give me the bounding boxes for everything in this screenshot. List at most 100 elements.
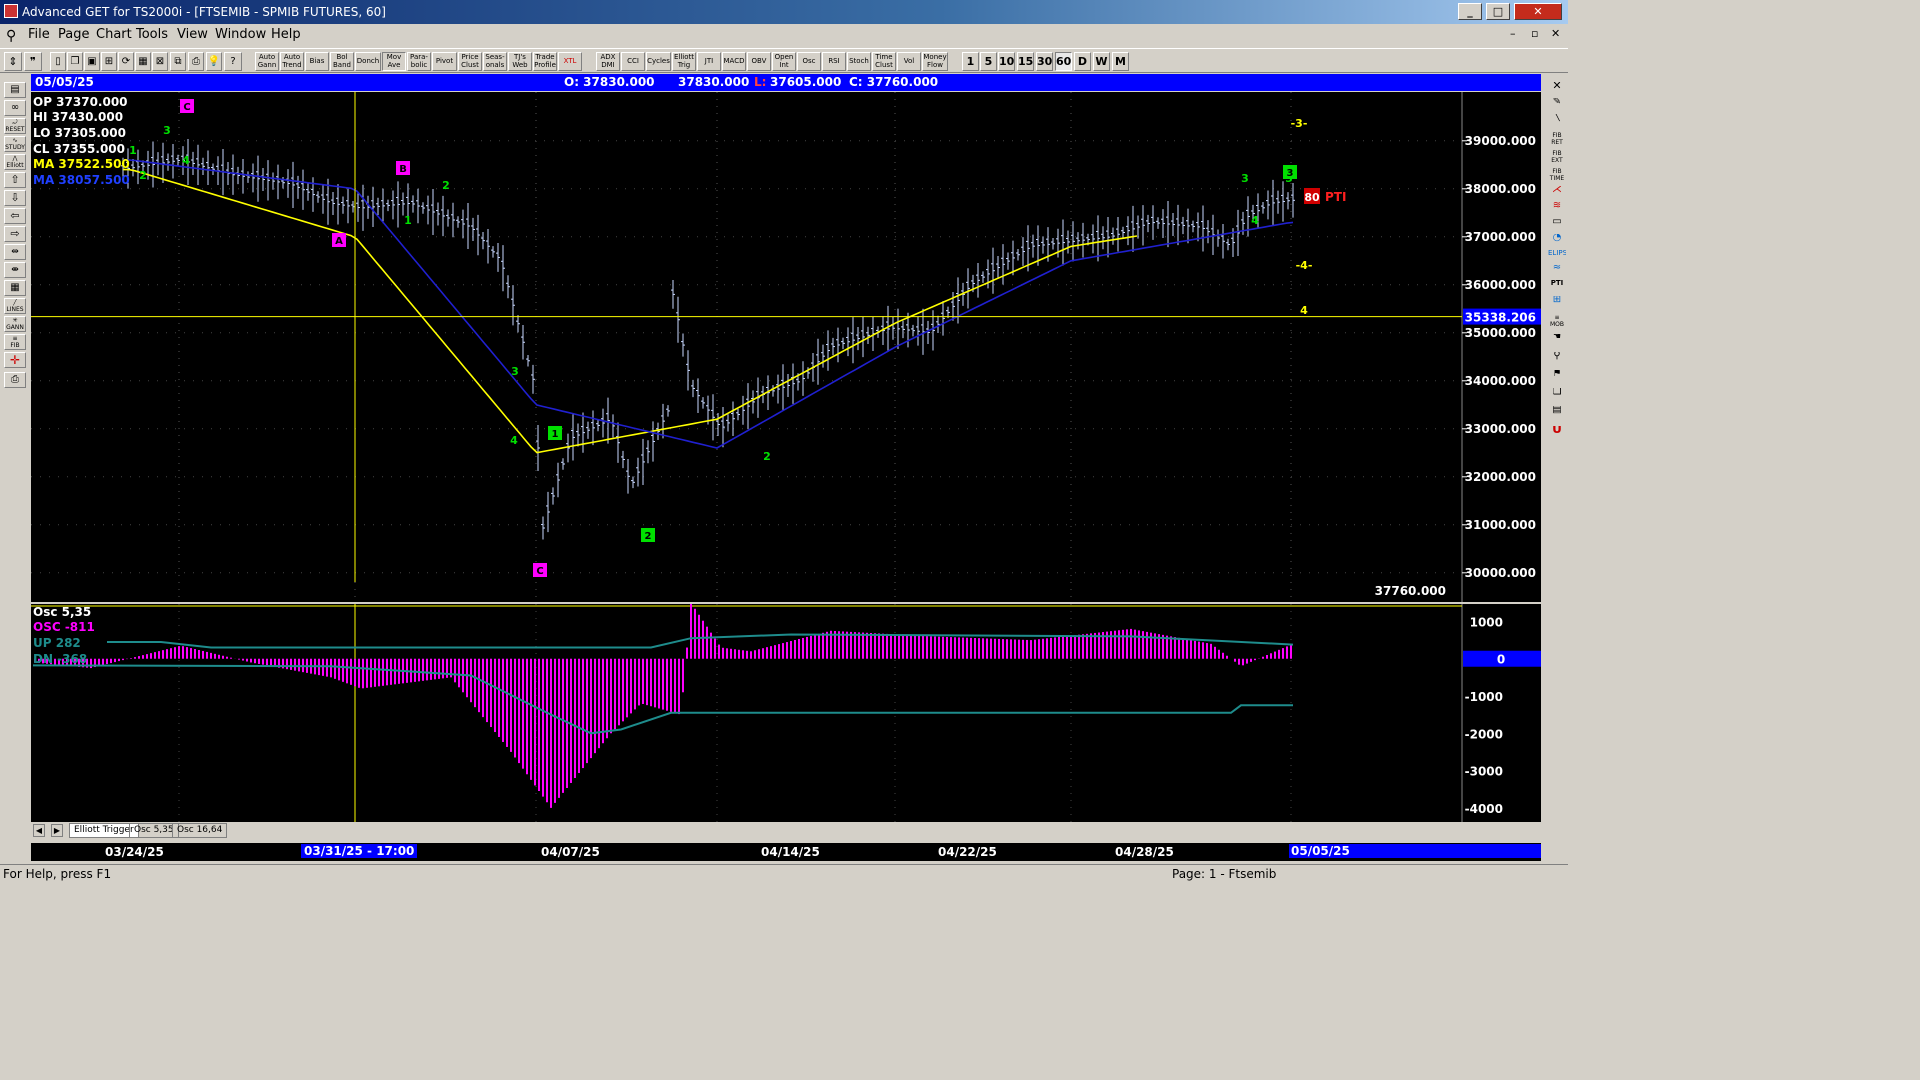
pti-icon[interactable]: PTI — [1548, 280, 1566, 295]
mdi-minimize-button[interactable]: – — [1510, 27, 1516, 40]
binoculars-icon[interactable]: ∞ — [4, 100, 26, 116]
study-pivot[interactable]: Pivot — [432, 52, 457, 71]
study-elliott-trig[interactable]: Elliott Trig — [672, 52, 696, 71]
interval-5[interactable]: 5 — [980, 52, 997, 71]
mdi-close-button[interactable]: ✕ — [1551, 27, 1560, 40]
wave-icon[interactable]: ≈ — [1548, 264, 1566, 279]
delete-icon[interactable]: ⊠ — [152, 52, 168, 71]
box-icon[interactable]: ▭ — [1548, 218, 1566, 233]
menu-window[interactable]: Window — [215, 27, 266, 42]
table-icon[interactable]: ⊞ — [1548, 296, 1566, 311]
study-cci[interactable]: CCI — [621, 52, 645, 71]
interval-10[interactable]: 10 — [998, 52, 1015, 71]
study-bol-band[interactable]: Bol Band — [330, 52, 354, 71]
study-auto-trend[interactable]: Auto Trend — [280, 52, 304, 71]
interval-d[interactable]: D — [1074, 52, 1091, 71]
study-stoch[interactable]: Stoch — [847, 52, 871, 71]
study-parabolic[interactable]: Para-bolic — [407, 52, 431, 71]
study-money-flow[interactable]: Money Flow — [922, 52, 948, 71]
crosshair-icon[interactable]: ✛ — [4, 352, 26, 368]
link-icon[interactable]: ⊞ — [101, 52, 117, 71]
print-icon[interactable]: ⎙ — [188, 52, 204, 71]
menu-page[interactable]: Page — [58, 27, 89, 42]
pin-icon[interactable]: ⇕ — [4, 52, 22, 71]
study-trade-profile[interactable]: Trade Profile — [533, 52, 557, 71]
lines-icon[interactable]: ╱ LINES — [4, 298, 26, 314]
line-tool-icon[interactable]: ╲ — [1548, 114, 1566, 129]
cascade-icon[interactable]: ⧉ — [170, 52, 186, 71]
quote-icon[interactable]: ❞ — [24, 52, 42, 71]
magic-icon[interactable]: ⚑ — [1548, 370, 1566, 385]
tab-osc-16-64[interactable]: Osc 16,64 — [172, 823, 228, 838]
menu-help[interactable]: Help — [271, 27, 301, 42]
elliott-icon[interactable]: ⋀ Elliott — [4, 154, 26, 170]
zoom-icon[interactable]: ⚲ — [1548, 352, 1566, 367]
copy-tool-icon[interactable]: ❏ — [1548, 388, 1566, 403]
menu-tools[interactable]: Tools — [136, 27, 168, 42]
study-tjs-web[interactable]: TJ's Web — [508, 52, 532, 71]
expand-icon[interactable]: ⇹ — [4, 244, 26, 260]
study-seasonals[interactable]: Seas-onals — [483, 52, 507, 71]
study-xtl[interactable]: XTL — [558, 52, 582, 71]
study-mov-ave[interactable]: Mov Ave — [382, 52, 406, 71]
study-jti[interactable]: JTI — [697, 52, 721, 71]
minimize-button[interactable]: _ — [1458, 3, 1482, 20]
compress-icon[interactable]: ⇼ — [4, 262, 26, 278]
study-osc[interactable]: Osc — [797, 52, 821, 71]
study-auto-gann[interactable]: Auto Gann — [255, 52, 279, 71]
maximize-button[interactable]: □ — [1486, 3, 1510, 20]
study-cycles[interactable]: Cycles — [646, 52, 671, 71]
print-icon[interactable]: ⎙ — [4, 372, 26, 388]
channel-icon[interactable]: ≋ — [1548, 202, 1566, 217]
price-chart[interactable]: 39000.000 38000.000 37000.000 36000.000 3500… — [31, 92, 1541, 602]
study-open-int[interactable]: Open Int — [772, 52, 796, 71]
gann-icon[interactable]: ✳ GANN — [4, 316, 26, 332]
interval-w[interactable]: W — [1093, 52, 1110, 71]
fib-icon[interactable]: ≡ FIB — [4, 334, 26, 350]
menu-file[interactable]: File — [28, 27, 50, 42]
interval-30[interactable]: 30 — [1036, 52, 1053, 71]
new-page-icon[interactable]: ▯ — [50, 52, 66, 71]
interval-1[interactable]: 1 — [962, 52, 979, 71]
tab-scroll-left[interactable]: ◀ — [33, 824, 45, 837]
hand-icon[interactable]: ☚ — [1548, 334, 1566, 349]
fib-ret-icon[interactable]: FIB RET — [1548, 132, 1566, 147]
menu-view[interactable]: View — [177, 27, 208, 42]
close-button[interactable]: ✕ — [1514, 3, 1562, 20]
menu-chart[interactable]: Chart — [96, 27, 132, 42]
study-adx-dmi[interactable]: ADX DMI — [596, 52, 620, 71]
undo-icon[interactable]: U — [1548, 426, 1566, 441]
left-arrow-icon[interactable]: ⇦ — [4, 208, 26, 224]
copy-icon[interactable]: ❐ — [67, 52, 83, 71]
study-macd[interactable]: MACD — [722, 52, 746, 71]
study-icon[interactable]: ∿ STUDY — [4, 136, 26, 152]
fib-time-icon[interactable]: FIB TIME — [1548, 168, 1566, 183]
reset-icon[interactable]: ⤾ RESET — [4, 118, 26, 134]
interval-15[interactable]: 15 — [1017, 52, 1034, 71]
interval-m[interactable]: M — [1112, 52, 1129, 71]
interval-60[interactable]: 60 — [1055, 52, 1072, 71]
study-obv[interactable]: OBV — [747, 52, 771, 71]
study-donch[interactable]: Donch — [355, 52, 381, 71]
fib-ext-icon[interactable]: FIB EXT — [1548, 150, 1566, 165]
pencil-icon[interactable]: ✎ — [1548, 98, 1566, 113]
help-pointer-icon[interactable]: ? — [224, 52, 242, 71]
refresh-icon[interactable]: ⟳ — [118, 52, 134, 71]
close-x-icon[interactable]: ✕ — [1548, 82, 1566, 97]
study-time-clust[interactable]: Time Clust — [872, 52, 896, 71]
hint-icon[interactable]: 💡 — [206, 52, 222, 71]
study-vol[interactable]: Vol — [897, 52, 921, 71]
down-arrow-icon[interactable]: ⇩ — [4, 190, 26, 206]
up-arrow-icon[interactable]: ⇧ — [4, 172, 26, 188]
study-price-clust[interactable]: Price Clust — [458, 52, 482, 71]
list-tool-icon[interactable]: ▤ — [1548, 406, 1566, 421]
cycle-icon[interactable]: ◔ — [1548, 234, 1566, 249]
fan-icon[interactable]: ⋌ — [1548, 186, 1566, 201]
mob-icon[interactable]: ≡ MOB — [1548, 314, 1566, 329]
study-bias[interactable]: Bias — [305, 52, 329, 71]
open-icon[interactable]: ▤ — [4, 82, 26, 98]
study-rsi[interactable]: RSI — [822, 52, 846, 71]
right-arrow-icon[interactable]: ⇨ — [4, 226, 26, 242]
elips-icon[interactable]: ELIPS — [1548, 250, 1566, 265]
grid-icon[interactable]: ▦ — [4, 280, 26, 296]
